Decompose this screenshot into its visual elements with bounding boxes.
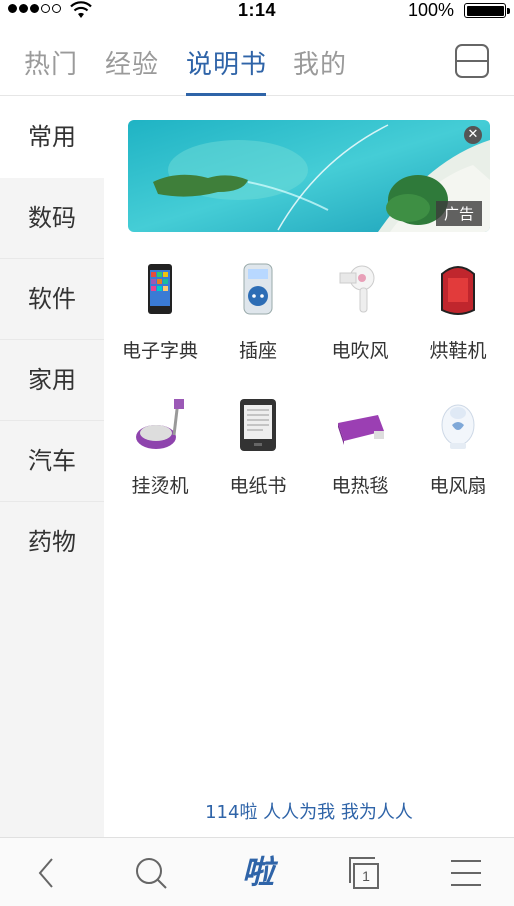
socket-icon	[243, 263, 273, 315]
status-bar: 1:14 100%	[0, 0, 514, 22]
active-tab-indicator	[186, 93, 266, 96]
product-label: 电子字典	[121, 340, 198, 362]
product-steamer[interactable]: 挂烫机	[110, 395, 210, 498]
back-icon[interactable]	[30, 855, 66, 891]
electric-blanket-icon	[338, 415, 384, 445]
slogan-text: 114啦 人人为我 我为人人	[205, 802, 413, 823]
search-icon[interactable]	[133, 855, 169, 891]
bottom-toolbar: 啦 1	[0, 837, 514, 906]
product-label: 电吹风	[331, 340, 389, 362]
product-label: 挂烫机	[131, 475, 189, 497]
product-e-dictionary[interactable]: 电子字典	[110, 260, 210, 363]
ad-label: 广告	[435, 201, 482, 226]
close-ad-icon[interactable]: ✕	[464, 126, 482, 144]
sidebar-item-car[interactable]: 汽车	[0, 421, 104, 502]
category-sidebar: 常用 数码 软件 家用 汽车 药物	[0, 97, 104, 837]
sidebar-item-medicine[interactable]: 药物	[0, 502, 104, 583]
tab-manuals[interactable]: 说明书	[186, 44, 267, 81]
product-label: 插座	[238, 340, 277, 362]
home-logo-icon[interactable]: 啦	[236, 852, 280, 891]
product-label: 电纸书	[229, 475, 287, 497]
tab-experience[interactable]: 经验	[105, 44, 159, 81]
product-socket[interactable]: 插座	[208, 260, 308, 363]
product-ereader[interactable]: 电纸书	[208, 395, 308, 498]
battery-icon	[464, 3, 510, 18]
tabs-icon[interactable]: 1	[345, 855, 381, 891]
sidebar-item-software[interactable]: 软件	[0, 259, 104, 340]
battery-percent: 100%	[407, 0, 454, 20]
shoe-dryer-icon	[441, 266, 475, 315]
scan-menu-icon[interactable]	[455, 44, 489, 78]
tab-count: 1	[353, 863, 379, 889]
product-shoe-dryer[interactable]: 烘鞋机	[408, 260, 508, 363]
sidebar-item-digital[interactable]: 数码	[0, 178, 104, 259]
product-hairdryer[interactable]: 电吹风	[310, 260, 410, 363]
tab-hot[interactable]: 热门	[24, 44, 78, 81]
ad-banner[interactable]: ✕ 广告	[128, 120, 490, 232]
steamer-icon	[136, 399, 184, 449]
sidebar-item-household[interactable]: 家用	[0, 340, 104, 421]
phone-icon	[148, 264, 172, 314]
sidebar-item-common[interactable]: 常用	[0, 97, 104, 178]
product-label: 电风扇	[429, 475, 487, 497]
fan-icon	[441, 404, 475, 449]
product-label: 电热毯	[331, 475, 389, 497]
hairdryer-icon	[339, 265, 375, 313]
menu-icon[interactable]	[448, 855, 484, 891]
product-electric-blanket[interactable]: 电热毯	[310, 395, 410, 498]
tab-mine[interactable]: 我的	[293, 44, 347, 81]
top-tab-bar: 热门 经验 说明书 我的	[0, 30, 514, 96]
product-label: 烘鞋机	[429, 340, 487, 362]
ereader-icon	[240, 399, 276, 451]
product-fan[interactable]: 电风扇	[408, 395, 508, 498]
